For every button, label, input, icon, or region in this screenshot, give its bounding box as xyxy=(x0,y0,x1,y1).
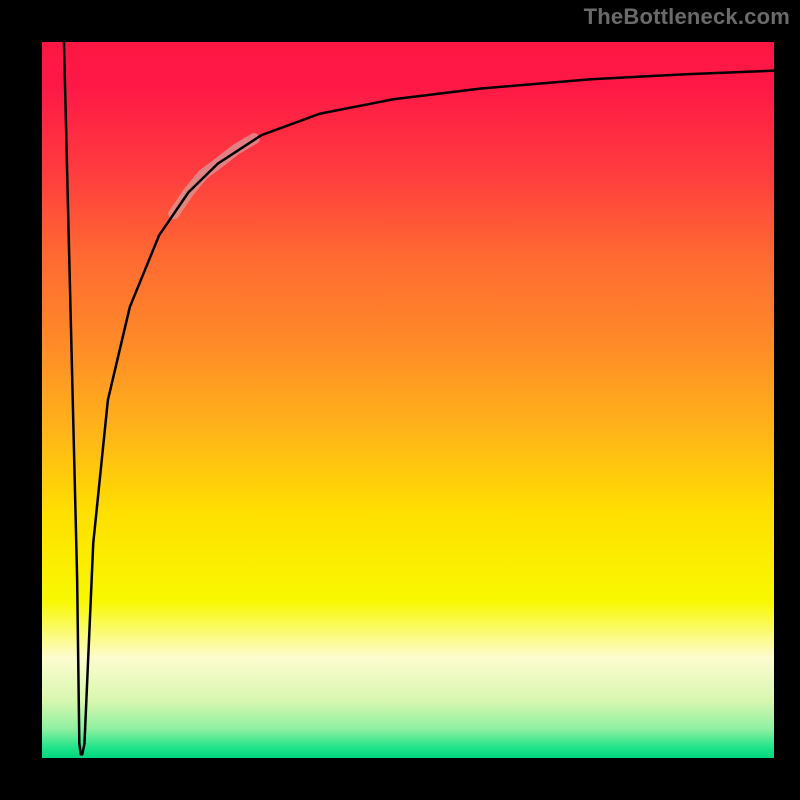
chart-svg xyxy=(0,0,800,800)
watermark-text: TheBottleneck.com xyxy=(584,4,790,30)
chart-container: TheBottleneck.com xyxy=(0,0,800,800)
plot-background xyxy=(42,42,774,758)
